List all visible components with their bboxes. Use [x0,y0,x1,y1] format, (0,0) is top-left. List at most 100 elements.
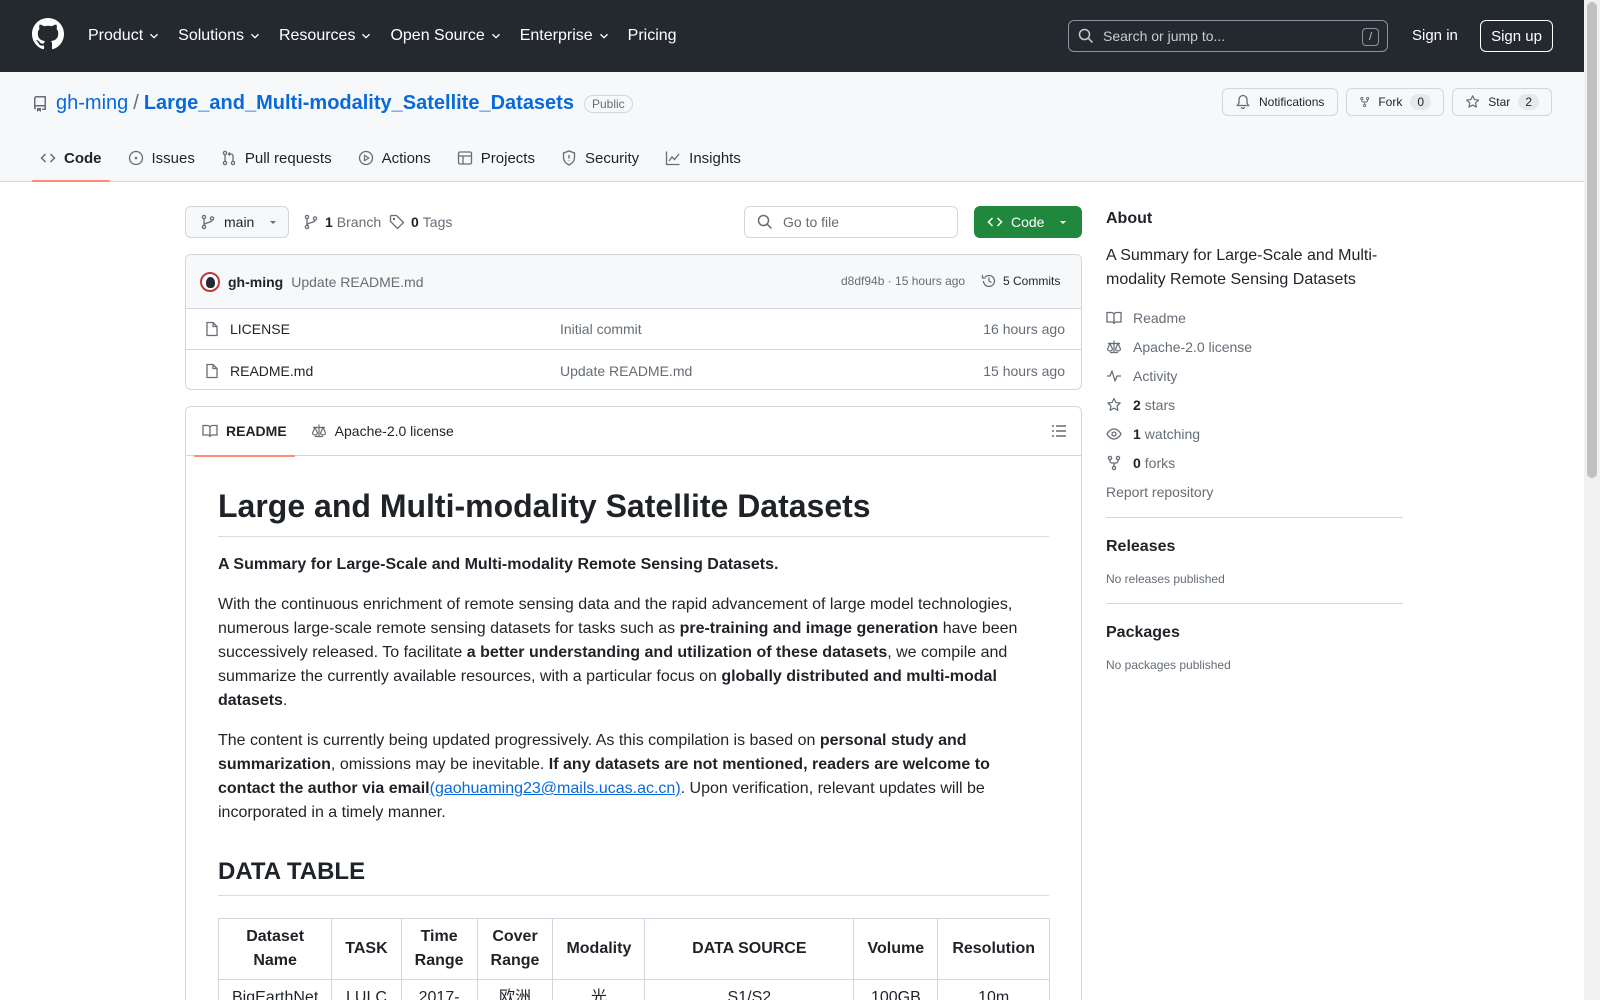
file-commit-message[interactable]: Update README.md [560,363,692,379]
releases-section: Releases No releases published [1106,517,1403,586]
file-icon [206,321,218,337]
packages-section: Packages No packages published [1106,603,1403,672]
table-cell: 欧洲 [476,979,554,1000]
avatar[interactable] [200,271,220,292]
nav-open-source[interactable]: Open Source [390,27,502,45]
forks-link[interactable]: 0 forks [1106,455,1403,471]
fork-button[interactable]: Fork 0 [1346,88,1444,116]
repo-owner-link[interactable]: gh-ming [56,92,128,115]
column-header: Time Range [400,918,478,980]
repository-header: gh-ming / Large_and_Multi-modality_Satel… [0,72,1584,182]
fork-icon [1360,96,1370,108]
file-row[interactable]: README.md Update README.md 15 hours ago [186,350,1081,389]
branches-link[interactable]: 1 Branch [303,214,381,230]
tab-code-label: Code [64,149,102,167]
file-name-link[interactable]: README.md [230,363,313,379]
search-input[interactable]: Search or jump to... / [1068,20,1388,52]
sign-up-button[interactable]: Sign up [1480,20,1553,52]
main-nav: Product Solutions Resources Open Source … [88,0,694,72]
table-cell: 2017- [400,979,478,1000]
law-icon [1106,340,1122,354]
commit-hash-time[interactable]: d8df94b · 15 hours ago [841,274,965,288]
tab-readme[interactable]: README [194,407,295,457]
history-icon [981,274,996,288]
repo-name-link[interactable]: Large_and_Multi-modality_Satellite_Datas… [144,92,574,115]
nav-pricing-label: Pricing [627,27,677,44]
bold-text: pre-training and image generation [679,620,939,637]
latest-commit: gh-ming Update README.md d8df94b · 15 ho… [186,255,1081,309]
stars-count: 2 [1133,397,1141,413]
tab-projects[interactable]: Projects [449,134,543,182]
readme-link[interactable]: Readme [1106,310,1403,326]
file-row[interactable]: LICENSE Initial commit 16 hours ago [186,309,1081,350]
text-run: The content is currently being updated p… [218,732,820,749]
tab-security[interactable]: Security [553,134,647,182]
star-label: Star [1488,95,1511,109]
repo-tabs: Code Issues Pull requests Actions Projec… [32,134,759,182]
about-heading: About [1106,210,1153,227]
chevron-down-icon [251,33,259,39]
git-branch-icon [201,214,215,230]
watchers-link[interactable]: 1 watching [1106,426,1403,442]
table-header-row: Dataset Name TASK Time Range Cover Range… [217,918,1050,980]
search-shortcut-key: / [1362,28,1379,46]
releases-heading[interactable]: Releases [1106,538,1403,556]
star-button[interactable]: Star 2 [1452,88,1552,116]
notifications-button[interactable]: Notifications [1222,88,1338,116]
caret-down-icon [270,221,277,224]
report-repository-link[interactable]: Report repository [1106,484,1403,500]
tab-license[interactable]: Apache-2.0 license [303,407,462,456]
branch-count: 1 [325,214,333,230]
notifications-label: Notifications [1259,95,1325,109]
book-icon [202,424,218,438]
column-header: Resolution [937,918,1050,980]
chevron-down-icon [362,33,371,39]
data-table-heading: DATA TABLE [218,857,1049,896]
license-link[interactable]: Apache-2.0 license [1106,339,1403,355]
commit-author-link[interactable]: gh-ming [228,274,283,290]
search-icon [757,214,773,230]
packages-empty-text: No packages published [1106,658,1231,672]
readme-tabs: README Apache-2.0 license [186,407,1081,457]
about-description: A Summary for Large-Scale and Multi-moda… [1106,247,1378,288]
star-count: 2 [1518,94,1539,110]
stars-link[interactable]: 2 stars [1106,397,1403,413]
stars-label: stars [1144,397,1176,413]
email-link[interactable]: (gaohuaming23@mails.ucas.ac.cn) [430,780,681,797]
tab-code[interactable]: Code [32,134,110,182]
activity-link[interactable]: Activity [1106,368,1403,384]
tab-insights[interactable]: Insights [657,134,749,182]
file-commit-message[interactable]: Initial commit [560,321,642,337]
file-name-link[interactable]: LICENSE [230,321,290,337]
tab-actions[interactable]: Actions [350,134,439,182]
scrollbar-thumb[interactable] [1587,2,1597,478]
sign-in-link[interactable]: Sign in [1412,27,1458,44]
tab-security-label: Security [584,149,640,167]
github-logo-icon[interactable] [32,18,64,50]
branch-select-button[interactable]: main [185,206,289,238]
tags-link[interactable]: 0 Tags [389,214,452,230]
tab-issues[interactable]: Issues [120,134,203,182]
nav-solutions[interactable]: Solutions [178,27,262,45]
shield-icon [562,150,576,166]
pulse-icon [1107,370,1121,382]
tab-license-label: Apache-2.0 license [334,423,454,439]
go-to-file-input[interactable]: Go to file [744,206,958,238]
packages-heading[interactable]: Packages [1106,624,1403,642]
commit-message-link[interactable]: Update README.md [291,274,423,290]
nav-product[interactable]: Product [88,27,161,45]
page-scrollbar[interactable] [1584,0,1600,1000]
nav-resources[interactable]: Resources [279,27,373,45]
watching-count: 1 [1133,426,1141,442]
graph-icon [666,151,680,166]
tab-pull-requests[interactable]: Pull requests [213,134,340,182]
file-icon [206,363,218,378]
nav-pricing[interactable]: Pricing [628,27,677,45]
commits-history-link[interactable]: 5 Commits [981,273,1060,289]
watching-label: watching [1144,426,1201,442]
table-cell: 光 [552,979,646,1000]
code-dropdown-button[interactable]: Code [974,206,1082,238]
nav-enterprise[interactable]: Enterprise [520,27,611,45]
list-unordered-icon[interactable] [1051,423,1067,439]
column-header: Cover Range [476,918,554,980]
